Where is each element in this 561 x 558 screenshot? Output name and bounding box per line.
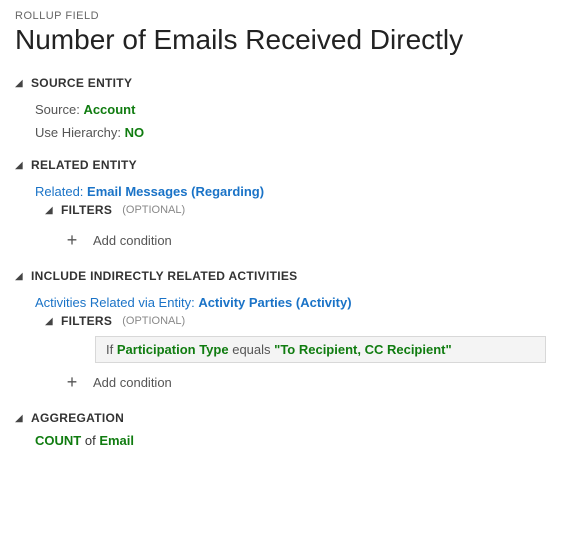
filter-op: equals	[232, 342, 270, 357]
source-entity-heading: SOURCE ENTITY	[31, 76, 132, 90]
related-label: Related:	[35, 184, 83, 199]
page-title: Number of Emails Received Directly	[15, 24, 546, 56]
indirect-related-value: Activity Parties	[198, 295, 292, 310]
caret-icon: ◢	[15, 160, 25, 171]
indirect-filters-hint: (OPTIONAL)	[122, 315, 185, 327]
plus-icon: +	[65, 231, 79, 249]
related-value: Email Messages	[87, 184, 187, 199]
caret-icon: ◢	[15, 413, 25, 424]
indirect-paren-value: Activity	[300, 295, 347, 310]
section-source-entity: ◢ SOURCE ENTITY Source: Account Use Hier…	[15, 76, 546, 144]
related-add-condition[interactable]: + Add condition	[45, 225, 546, 255]
related-add-condition-label: Add condition	[93, 233, 172, 248]
aggregation-row[interactable]: COUNT of Email	[15, 433, 546, 448]
caret-icon: ◢	[15, 78, 25, 89]
caret-icon: ◢	[15, 271, 25, 282]
section-aggregation: ◢ AGGREGATION COUNT of Email	[15, 411, 546, 448]
source-value: Account	[83, 102, 135, 117]
indirect-filters-heading: FILTERS	[61, 314, 112, 328]
related-paren-value: Regarding	[195, 184, 259, 199]
indirect-add-condition[interactable]: + Add condition	[45, 367, 546, 397]
plus-icon: +	[65, 373, 79, 391]
source-entity-header[interactable]: ◢ SOURCE ENTITY	[15, 76, 546, 90]
indirect-heading: INCLUDE INDIRECTLY RELATED ACTIVITIES	[31, 269, 297, 283]
hierarchy-value: NO	[125, 125, 145, 140]
indirect-filters-header[interactable]: ◢ FILTERS (OPTIONAL)	[45, 314, 546, 328]
source-row[interactable]: Source: Account	[15, 98, 546, 121]
indirect-related-label: Activities Related via Entity:	[35, 295, 195, 310]
related-row[interactable]: Related: Email Messages (Regarding)	[15, 180, 546, 203]
hierarchy-label: Use Hierarchy:	[35, 125, 121, 140]
related-filters-heading: FILTERS	[61, 203, 112, 217]
filter-if: If	[106, 342, 113, 357]
aggregation-of: of	[85, 433, 96, 448]
indirect-add-condition-label: Add condition	[93, 375, 172, 390]
related-paren-close: )	[260, 184, 264, 199]
indirect-header[interactable]: ◢ INCLUDE INDIRECTLY RELATED ACTIVITIES	[15, 269, 546, 283]
indirect-paren-close: )	[347, 295, 351, 310]
caret-icon: ◢	[45, 205, 55, 216]
related-filters-header[interactable]: ◢ FILTERS (OPTIONAL)	[45, 203, 546, 217]
hierarchy-row[interactable]: Use Hierarchy: NO	[15, 121, 546, 144]
section-related-entity: ◢ RELATED ENTITY Related: Email Messages…	[15, 158, 546, 255]
breadcrumb: ROLLUP FIELD	[15, 10, 546, 22]
source-label: Source:	[35, 102, 80, 117]
aggregation-fn: COUNT	[35, 433, 81, 448]
indirect-related-row[interactable]: Activities Related via Entity: Activity …	[15, 291, 546, 314]
related-filters-hint: (OPTIONAL)	[122, 204, 185, 216]
filter-field: Participation Type	[117, 342, 229, 357]
filter-value: "To Recipient, CC Recipient"	[274, 342, 452, 357]
indirect-filters-block: ◢ FILTERS (OPTIONAL) If Participation Ty…	[45, 314, 546, 397]
related-entity-header[interactable]: ◢ RELATED ENTITY	[15, 158, 546, 172]
aggregation-heading: AGGREGATION	[31, 411, 124, 425]
filter-condition-row[interactable]: If Participation Type equals "To Recipie…	[95, 336, 546, 363]
caret-icon: ◢	[45, 316, 55, 327]
related-entity-heading: RELATED ENTITY	[31, 158, 137, 172]
section-indirect: ◢ INCLUDE INDIRECTLY RELATED ACTIVITIES …	[15, 269, 546, 397]
related-filters-block: ◢ FILTERS (OPTIONAL) + Add condition	[45, 203, 546, 255]
aggregation-target: Email	[99, 433, 134, 448]
aggregation-header[interactable]: ◢ AGGREGATION	[15, 411, 546, 425]
